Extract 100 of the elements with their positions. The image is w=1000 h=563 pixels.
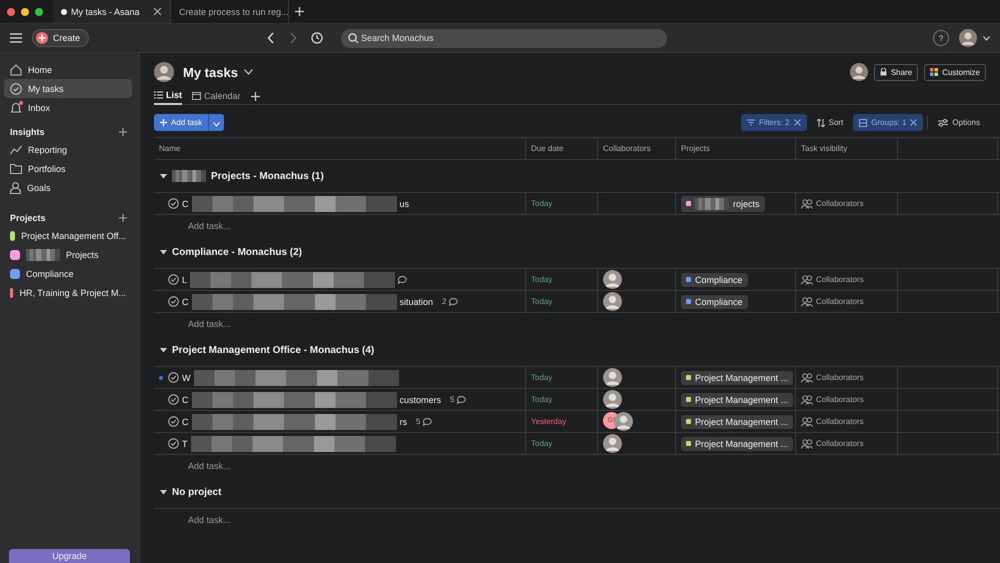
sidebar-item[interactable]: Projects bbox=[4, 245, 132, 264]
due-date[interactable]: Today bbox=[531, 439, 552, 448]
collapse-icon[interactable] bbox=[160, 490, 167, 494]
task-name-start[interactable]: C bbox=[182, 394, 188, 404]
complete-checkbox[interactable] bbox=[168, 198, 179, 209]
avatar bbox=[603, 368, 622, 387]
complete-checkbox[interactable] bbox=[168, 372, 179, 383]
sidebar-item[interactable]: Home bbox=[4, 60, 132, 79]
task-name-start[interactable]: C bbox=[182, 296, 188, 306]
complete-checkbox[interactable] bbox=[168, 274, 179, 285]
collapse-icon[interactable] bbox=[160, 174, 167, 178]
task-name-start[interactable]: C bbox=[182, 416, 188, 426]
task-name-end[interactable]: situation bbox=[400, 296, 434, 306]
add-icon[interactable] bbox=[119, 128, 127, 136]
help-button[interactable]: ? bbox=[933, 30, 949, 46]
project-tag[interactable]: rojects bbox=[681, 196, 765, 212]
search-field[interactable]: Search Monachus bbox=[341, 28, 668, 48]
customize-button[interactable]: Customize bbox=[924, 64, 986, 80]
options-button[interactable]: Options bbox=[932, 118, 986, 127]
collapse-icon[interactable] bbox=[160, 250, 167, 254]
add-task-link[interactable]: Add task... bbox=[188, 318, 231, 328]
project-tag[interactable]: Project Management ... bbox=[681, 370, 794, 384]
add-task-link[interactable]: Add task... bbox=[188, 514, 231, 524]
close-icon[interactable] bbox=[153, 7, 162, 16]
project-tag[interactable]: Project Management ... bbox=[681, 392, 794, 406]
filter-icon bbox=[746, 119, 755, 126]
due-date[interactable]: Today bbox=[531, 395, 552, 404]
collapse-icon[interactable] bbox=[160, 348, 167, 352]
new-tab-icon[interactable] bbox=[295, 7, 304, 16]
project-tag[interactable]: Compliance bbox=[681, 272, 748, 286]
back-icon[interactable] bbox=[267, 32, 276, 44]
due-date[interactable]: Today bbox=[531, 373, 552, 382]
due-date[interactable]: Today bbox=[531, 275, 552, 284]
due-date[interactable]: Yesterday bbox=[531, 417, 566, 426]
project-tag[interactable]: Project Management ... bbox=[681, 436, 794, 450]
create-button[interactable]: Create bbox=[32, 29, 90, 47]
visibility-label: Collaborators bbox=[816, 199, 864, 208]
close-icon[interactable] bbox=[794, 119, 801, 126]
section-title: Projects bbox=[10, 213, 46, 223]
column-header[interactable]: Projects bbox=[676, 138, 796, 159]
sidebar-item[interactable]: Compliance bbox=[4, 264, 132, 283]
avatar[interactable] bbox=[959, 29, 977, 47]
task-name-end[interactable]: customers bbox=[400, 394, 442, 404]
check-circle-icon bbox=[10, 82, 22, 94]
add-task-button[interactable]: Add task bbox=[154, 114, 208, 131]
avatar bbox=[603, 292, 622, 311]
project-tag[interactable]: Project Management ... bbox=[681, 414, 794, 428]
project-name: Compliance bbox=[695, 274, 743, 284]
view-tab[interactable]: Calendar bbox=[192, 88, 241, 104]
close-icon[interactable] bbox=[910, 119, 918, 126]
window-zoom-button[interactable] bbox=[35, 8, 43, 16]
add-task-link[interactable]: Add task... bbox=[188, 220, 231, 230]
task-name-start[interactable]: C bbox=[182, 198, 188, 208]
add-task-link[interactable]: Add task... bbox=[188, 460, 231, 470]
caret-icon[interactable] bbox=[244, 69, 253, 75]
sidebar-item[interactable]: HR, Training & Project M... bbox=[4, 283, 132, 302]
window-minimize-button[interactable] bbox=[21, 8, 29, 16]
comment-count: 5 bbox=[450, 395, 454, 404]
due-date[interactable]: Today bbox=[531, 297, 552, 306]
sidebar-item[interactable]: Inbox bbox=[4, 98, 132, 117]
view-tab[interactable]: List bbox=[154, 87, 182, 105]
sliders-icon bbox=[938, 118, 948, 126]
sidebar-item[interactable]: Goals bbox=[4, 178, 132, 197]
menu-icon[interactable] bbox=[10, 33, 22, 43]
caret-icon[interactable] bbox=[983, 36, 990, 40]
sidebar-item[interactable]: Reporting bbox=[4, 140, 132, 159]
task-name-end[interactable]: us bbox=[400, 198, 410, 208]
share-button[interactable]: Share bbox=[874, 64, 918, 80]
task-name-start[interactable]: T bbox=[182, 438, 188, 448]
forward-icon[interactable] bbox=[289, 32, 298, 44]
column-header[interactable]: Task visibility bbox=[796, 138, 898, 159]
upgrade-button[interactable]: Upgrade bbox=[9, 549, 130, 563]
complete-checkbox[interactable] bbox=[168, 438, 179, 449]
sidebar-item[interactable]: Project Management Off... bbox=[4, 226, 132, 245]
sort-button[interactable]: Sort bbox=[810, 118, 850, 127]
visibility-label: Collaborators bbox=[816, 275, 864, 284]
history-icon[interactable] bbox=[311, 32, 324, 44]
window-close-button[interactable] bbox=[7, 8, 15, 16]
sidebar-item[interactable]: My tasks bbox=[4, 79, 132, 98]
column-header[interactable]: Due date bbox=[526, 138, 598, 159]
list-icon bbox=[154, 91, 163, 99]
groups-button[interactable]: Groups: 1 bbox=[853, 114, 924, 131]
project-tag[interactable]: Compliance bbox=[681, 294, 748, 308]
avatar bbox=[614, 412, 633, 431]
dropdown-button[interactable] bbox=[208, 114, 224, 131]
column-header[interactable]: Name bbox=[154, 138, 526, 159]
project-name: Project Management ... bbox=[695, 394, 788, 404]
filters-button[interactable]: Filters: 2 bbox=[740, 114, 807, 131]
due-date[interactable]: Today bbox=[531, 199, 552, 208]
add-icon[interactable] bbox=[119, 214, 127, 222]
task-name-start[interactable]: W bbox=[182, 372, 190, 382]
complete-checkbox[interactable] bbox=[168, 394, 179, 405]
sidebar-item[interactable]: Portfolios bbox=[4, 159, 132, 178]
task-name-end[interactable]: rs bbox=[400, 416, 407, 426]
column-header[interactable]: Collaborators bbox=[598, 138, 676, 159]
complete-checkbox[interactable] bbox=[168, 416, 179, 427]
complete-checkbox[interactable] bbox=[168, 296, 179, 307]
browser-tab[interactable]: My tasks - Asana bbox=[53, 0, 171, 23]
add-icon[interactable] bbox=[250, 92, 260, 100]
task-name-start[interactable]: L bbox=[182, 274, 188, 284]
